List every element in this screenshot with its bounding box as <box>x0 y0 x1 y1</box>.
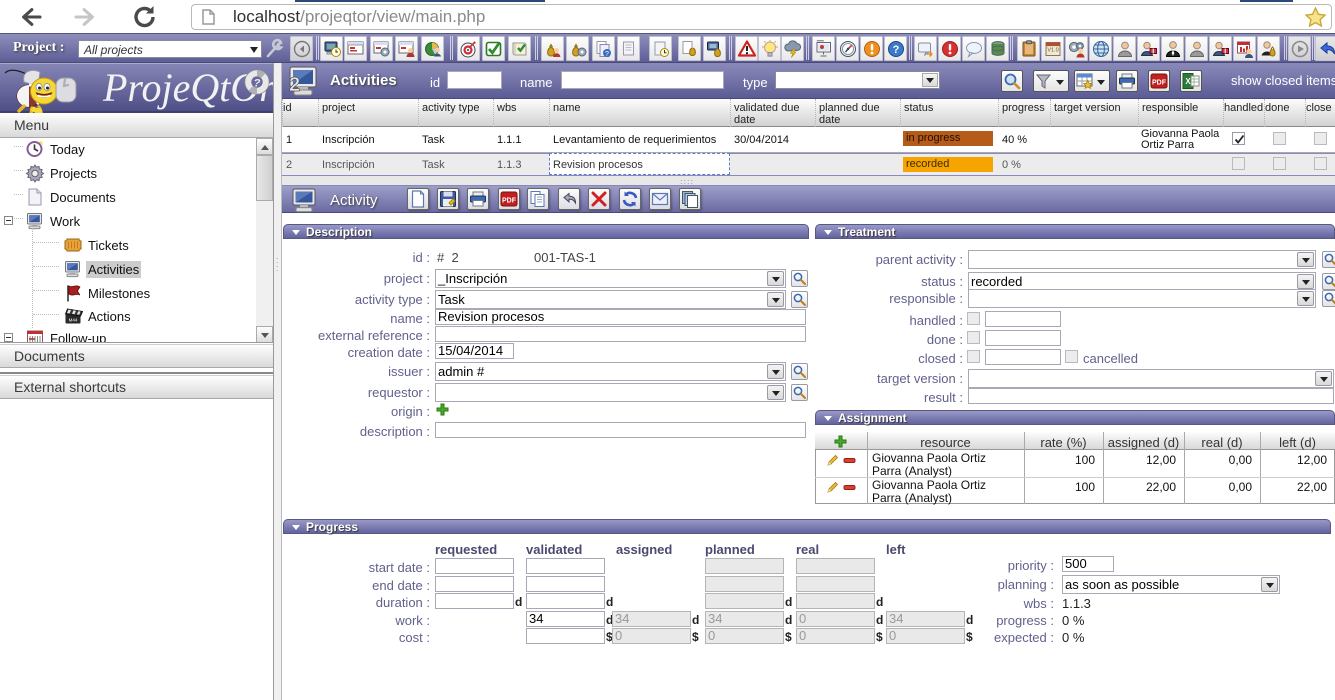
svg-text:2: 2 <box>289 74 300 96</box>
svg-text:?: ? <box>254 77 261 89</box>
svg-text:?: ? <box>893 44 900 56</box>
svg-text:PDF: PDF <box>1152 80 1167 87</box>
svg-text:X: X <box>1185 77 1191 86</box>
svg-text:M44: M44 <box>69 318 78 323</box>
svg-text:?: ? <box>605 51 609 58</box>
svg-text:V1.0: V1.0 <box>1047 48 1058 54</box>
svg-text:PDF: PDF <box>502 198 517 205</box>
